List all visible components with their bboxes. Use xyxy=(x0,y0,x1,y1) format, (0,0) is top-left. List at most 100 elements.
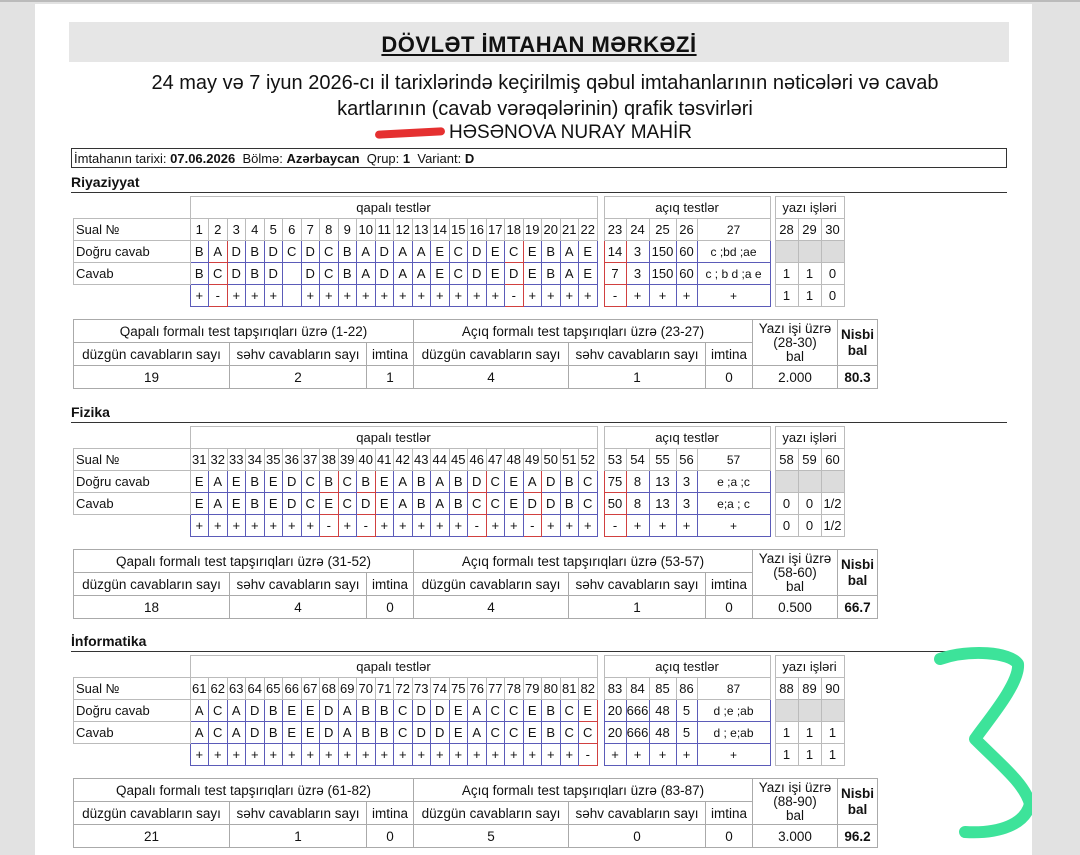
exam-info-bar: İmtahanın tarixi: 07.06.2026 Bölmə: Azər… xyxy=(71,148,1007,168)
written-cell-empty xyxy=(820,699,845,722)
closed-cell: D xyxy=(467,240,487,263)
closed-cell xyxy=(282,284,302,307)
written-cell: 28 xyxy=(774,218,799,241)
closed-cell: B xyxy=(245,470,265,493)
closed-cell: 65 xyxy=(263,677,283,700)
closed-cell: + xyxy=(245,514,265,537)
closed-cell: + xyxy=(430,743,450,766)
question-number-row: Sual № 31 32 33 34 35 36 37 38 39 40 41 42 43 44 45 46 47… xyxy=(73,448,845,471)
open-cell: 5 xyxy=(675,699,698,722)
open-cell: d ; e;ab xyxy=(696,721,771,744)
summary-value: 1 xyxy=(568,365,706,389)
points-label: bal xyxy=(785,807,804,823)
open-cell: + xyxy=(648,514,677,537)
closed-cell: E xyxy=(226,492,246,515)
closed-cell: + xyxy=(393,284,413,307)
summary-value: 18 xyxy=(73,595,230,619)
closed-cell: + xyxy=(319,743,339,766)
written-cell: 0 xyxy=(774,492,799,515)
closed-cell: + xyxy=(541,743,561,766)
summary-column-header: düzgün cavabların sayı xyxy=(73,801,230,825)
document-page: DÖVLƏT İMTAHAN MƏRKƏZİ 24 may və 7 iyun … xyxy=(35,4,1032,855)
closed-cell: 76 xyxy=(467,677,487,700)
handwritten-annotation-icon xyxy=(934,646,1032,839)
closed-cell: 44 xyxy=(430,448,450,471)
answers-grid: qapalı testlər açıq testlər yazı işləri Sua… xyxy=(73,196,845,307)
closed-cell: E xyxy=(430,240,450,263)
closed-cell: 15 xyxy=(448,218,468,241)
closed-cell: E xyxy=(522,721,542,744)
written-cell: 59 xyxy=(797,448,822,471)
closed-cell: C xyxy=(578,492,598,515)
row-label xyxy=(74,285,191,307)
closed-cell: 45 xyxy=(448,448,468,471)
closed-cell: 61 xyxy=(189,677,209,700)
exam-section: Azərbaycan xyxy=(286,151,360,166)
answers-grid: qapalı testlər açıq testlər yazı işləri Sua… xyxy=(73,655,845,766)
closed-cell: 34 xyxy=(245,448,265,471)
closed-cell: 7 xyxy=(300,218,320,241)
closed-cell: + xyxy=(208,514,228,537)
variant-label: Variant: xyxy=(417,151,462,166)
closed-cell: D xyxy=(430,721,450,744)
closed-cell: C xyxy=(300,492,320,515)
summary-column-header: səhv cavabların sayı xyxy=(229,572,367,596)
summary-table: Qapalı formalı test tapşırıqları üzrə (3… xyxy=(73,549,878,619)
closed-cell: C xyxy=(467,492,487,515)
written-tests-header: yazı işləri xyxy=(774,655,845,678)
row-label: Sual № xyxy=(73,218,191,241)
closed-cell: E xyxy=(504,492,524,515)
closed-cell: 37 xyxy=(300,448,320,471)
grid-header-row: qapalı testlər açıq testlər yazı işləri xyxy=(74,426,845,449)
summary-column-header: düzgün cavabların sayı xyxy=(413,342,569,366)
closed-cell: E xyxy=(448,699,468,722)
points-label: bal xyxy=(785,348,804,364)
summary-value: 1 xyxy=(366,365,414,389)
summary-header-row: Qapalı formalı test tapşırıqları üzrə (6… xyxy=(73,778,878,825)
written-cell: 0 xyxy=(797,514,822,537)
summary-column-header: səhv cavabların sayı xyxy=(568,342,706,366)
closed-cell: 16 xyxy=(467,218,487,241)
written-cell: 1 xyxy=(820,743,845,766)
summary-header-row: Qapalı formalı test tapşırıqları üzrə (3… xyxy=(73,549,878,596)
closed-cell: + xyxy=(541,514,561,537)
summary-column-header: imtina xyxy=(366,572,414,596)
open-cell: + xyxy=(648,743,677,766)
closed-cell: 11 xyxy=(374,218,394,241)
open-cell: 48 xyxy=(648,699,677,722)
written-summary-cell: Yazı işi üzrə (58-60) bal xyxy=(752,549,838,596)
closed-cell: 71 xyxy=(374,677,394,700)
closed-cell: C xyxy=(578,721,598,744)
closed-cell: + xyxy=(374,284,394,307)
written-cell: 58 xyxy=(774,448,799,471)
closed-cell: C xyxy=(282,240,302,263)
closed-cell: A xyxy=(393,240,413,263)
written-summary-title: Yazı işi üzrə xyxy=(758,779,832,795)
question-number-row: Sual № 61 62 63 64 65 66 67 68 69 70 71 72 73 74 75 76 77… xyxy=(73,677,845,700)
closed-cell: + xyxy=(263,514,283,537)
summary-value: 1 xyxy=(568,595,706,619)
closed-cell: 73 xyxy=(411,677,431,700)
row-label xyxy=(74,515,191,537)
written-summary-cell: Yazı işi üzrə (88-90) bal xyxy=(752,778,838,825)
open-cell: 23 xyxy=(603,218,627,241)
closed-tests-header: qapalı testlər xyxy=(189,426,598,449)
open-cell: e ;a ;c xyxy=(696,470,771,493)
closed-cell: 43 xyxy=(411,448,431,471)
closed-cell: B xyxy=(448,470,468,493)
mark-row: + + + + + + + + + + + + + + + + + + + + + - + + + + +1 1 1 xyxy=(74,743,845,766)
closed-cell: B xyxy=(541,721,561,744)
written-cell-empty xyxy=(774,470,799,493)
closed-cell: 10 xyxy=(356,218,376,241)
closed-cell: + xyxy=(356,743,376,766)
written-cell: 1 xyxy=(774,721,799,744)
open-cell: 27 xyxy=(696,218,771,241)
row-label: Doğru cavab xyxy=(73,470,191,493)
open-cell: 48 xyxy=(648,721,677,744)
closed-cell: + xyxy=(522,743,542,766)
written-cell: 88 xyxy=(774,677,799,700)
closed-cell: + xyxy=(189,743,209,766)
closed-summary-title: Qapalı formalı test tapşırıqları üzrə (6… xyxy=(73,778,414,802)
closed-cell: A xyxy=(393,470,413,493)
closed-cell: D xyxy=(541,470,561,493)
